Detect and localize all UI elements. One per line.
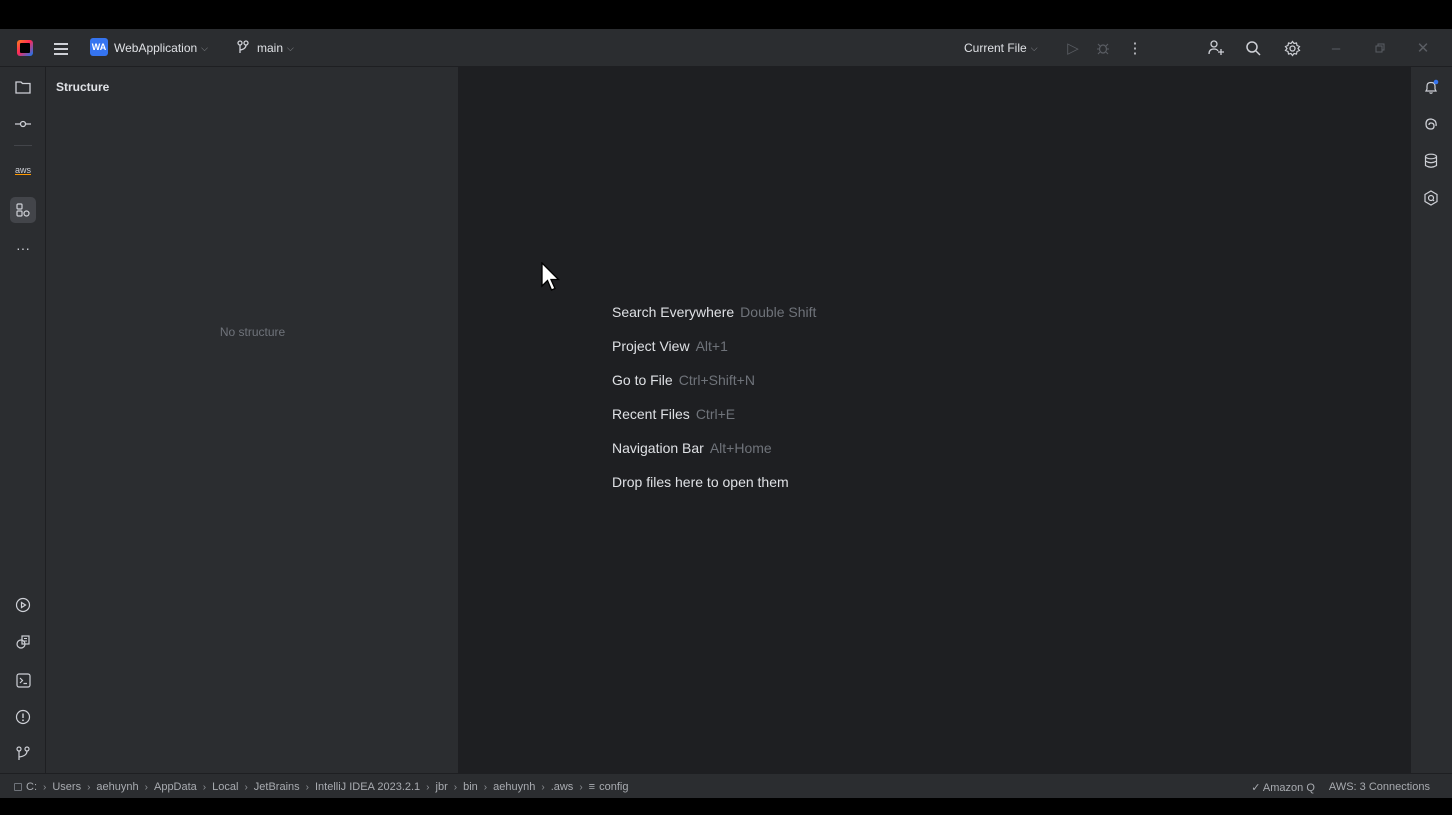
tip-action: Search Everywhere <box>612 304 735 320</box>
tip-shortcut: Ctrl+E <box>695 406 736 422</box>
breadcrumb-item[interactable]: aehuynh <box>96 781 138 793</box>
tip-action: Recent Files <box>612 406 690 422</box>
main-menu-icon[interactable] <box>54 40 68 56</box>
breadcrumb-item[interactable]: bin <box>463 781 478 793</box>
right-tool-stripe <box>1410 67 1452 773</box>
chevron-down-icon: ⌵ <box>287 42 294 53</box>
tip-row: Navigation Bar Alt+Home <box>612 440 816 474</box>
chevron-right-icon: › <box>541 781 545 793</box>
run-config-selector[interactable]: Current File ⌵ <box>964 41 1038 55</box>
breadcrumb-item[interactable]: JetBrains <box>254 781 300 793</box>
database-icon[interactable] <box>1420 150 1442 172</box>
intellij-logo-icon[interactable] <box>17 40 33 56</box>
run-config-label: Current File <box>964 41 1027 55</box>
tip-row: Project View Alt+1 <box>612 338 816 372</box>
close-icon[interactable]: ✕ <box>1412 37 1434 59</box>
tip-action: Project View <box>612 338 690 354</box>
breadcrumb-item[interactable]: config <box>599 781 628 793</box>
chevron-right-icon: › <box>305 781 309 793</box>
tip-shortcut: Double Shift <box>740 304 817 320</box>
chevron-right-icon: › <box>244 781 248 793</box>
build-icon[interactable] <box>12 631 34 653</box>
project-selector[interactable]: WebApplication ⌵ <box>114 41 208 55</box>
branch-name: main <box>257 41 284 55</box>
breadcrumb-item[interactable]: jbr <box>436 781 448 793</box>
chevron-right-icon: › <box>579 781 583 793</box>
status-widgets: ✓ Amazon Q AWS: 3 Connections <box>1251 781 1430 794</box>
code-with-me-icon[interactable] <box>1205 37 1227 59</box>
status-bar: C: › Users › aehuynh › AppData › Local ›… <box>0 773 1452 798</box>
screen-top-border <box>0 0 1452 29</box>
branch-selector[interactable]: main ⌵ <box>257 41 294 55</box>
notifications-icon[interactable] <box>1420 76 1442 98</box>
chevron-down-icon: ⌵ <box>1030 42 1038 53</box>
ai-assistant-icon[interactable] <box>1420 113 1442 135</box>
breadcrumb-item[interactable]: IntelliJ IDEA 2023.2.1 <box>315 781 420 793</box>
minimize-icon[interactable]: – <box>1325 37 1347 59</box>
breadcrumb-item[interactable]: .aws <box>551 781 574 793</box>
tip-action: Drop files here to open them <box>612 474 789 490</box>
breadcrumb: C: › Users › aehuynh › AppData › Local ›… <box>14 781 628 793</box>
git-icon[interactable] <box>12 743 34 765</box>
aws-connections-status[interactable]: AWS: 3 Connections <box>1329 781 1430 794</box>
tip-shortcut: Ctrl+Shift+N <box>678 372 755 388</box>
empty-state-text: No structure <box>219 325 286 339</box>
mouse-cursor-icon <box>540 261 562 294</box>
project-badge[interactable]: WA <box>90 38 108 56</box>
chevron-down-icon: ⌵ <box>201 42 208 53</box>
debug-icon[interactable] <box>1092 37 1114 59</box>
breadcrumb-item[interactable]: Users <box>52 781 81 793</box>
amazon-q-status[interactable]: ✓ Amazon Q <box>1251 781 1315 794</box>
branch-icon[interactable] <box>237 40 251 56</box>
aws-icon[interactable]: aws <box>12 159 34 181</box>
run-services-icon[interactable] <box>12 594 34 616</box>
tip-shortcut: Alt+1 <box>695 338 728 354</box>
chevron-right-icon: › <box>202 781 207 793</box>
screen-bottom-border <box>0 798 1452 815</box>
editor-tips: Search Everywhere Double Shift Project Vi… <box>612 304 816 508</box>
breadcrumb-item[interactable]: AppData <box>154 781 197 793</box>
more-tools-icon[interactable]: ··· <box>12 237 34 259</box>
tip-row: Drop files here to open them <box>612 474 816 508</box>
chevron-right-icon: › <box>483 781 488 793</box>
commit-icon[interactable] <box>12 113 34 135</box>
restore-icon[interactable] <box>1369 37 1391 59</box>
panel-title: Structure <box>56 80 110 94</box>
title-bar: WA WebApplication ⌵ main ⌵ Current File … <box>0 29 1452 67</box>
settings-icon[interactable] <box>1281 37 1303 59</box>
run-icon[interactable]: ▷ <box>1062 37 1084 59</box>
readonly-icon <box>14 783 22 791</box>
project-name: WebApplication <box>114 41 198 55</box>
structure-icon[interactable] <box>10 197 36 223</box>
chevron-right-icon: › <box>453 781 458 793</box>
project-icon[interactable] <box>12 76 34 98</box>
structure-tool-window: Structure No structure <box>46 67 459 773</box>
editor-area[interactable]: Search Everywhere Double Shift Project Vi… <box>459 67 1410 773</box>
problems-icon[interactable] <box>12 706 34 728</box>
tip-row: Search Everywhere Double Shift <box>612 304 816 338</box>
breadcrumb-item[interactable]: Local <box>212 781 238 793</box>
tip-row: Go to File Ctrl+Shift+N <box>612 372 816 406</box>
chevron-right-icon: › <box>43 781 47 793</box>
stripe-separator <box>14 145 32 146</box>
tip-action: Go to File <box>612 372 673 388</box>
chevron-right-icon: › <box>144 781 148 793</box>
tip-action: Navigation Bar <box>612 440 704 456</box>
chevron-right-icon: › <box>426 781 430 793</box>
breadcrumb-item[interactable]: C: <box>26 781 37 793</box>
amazon-q-icon[interactable] <box>1420 187 1442 209</box>
config-file-icon: ≡ <box>588 781 596 793</box>
breadcrumb-item[interactable]: aehuynh <box>493 781 535 793</box>
search-icon[interactable] <box>1242 37 1264 59</box>
more-icon[interactable]: ⋮ <box>1124 37 1146 59</box>
chevron-right-icon: › <box>87 781 91 793</box>
tip-row: Recent Files Ctrl+E <box>612 406 816 440</box>
tip-shortcut: Alt+Home <box>709 440 772 456</box>
terminal-icon[interactable] <box>12 669 34 691</box>
aws-label: aws <box>14 165 31 175</box>
left-tool-stripe: aws ··· <box>0 67 46 773</box>
